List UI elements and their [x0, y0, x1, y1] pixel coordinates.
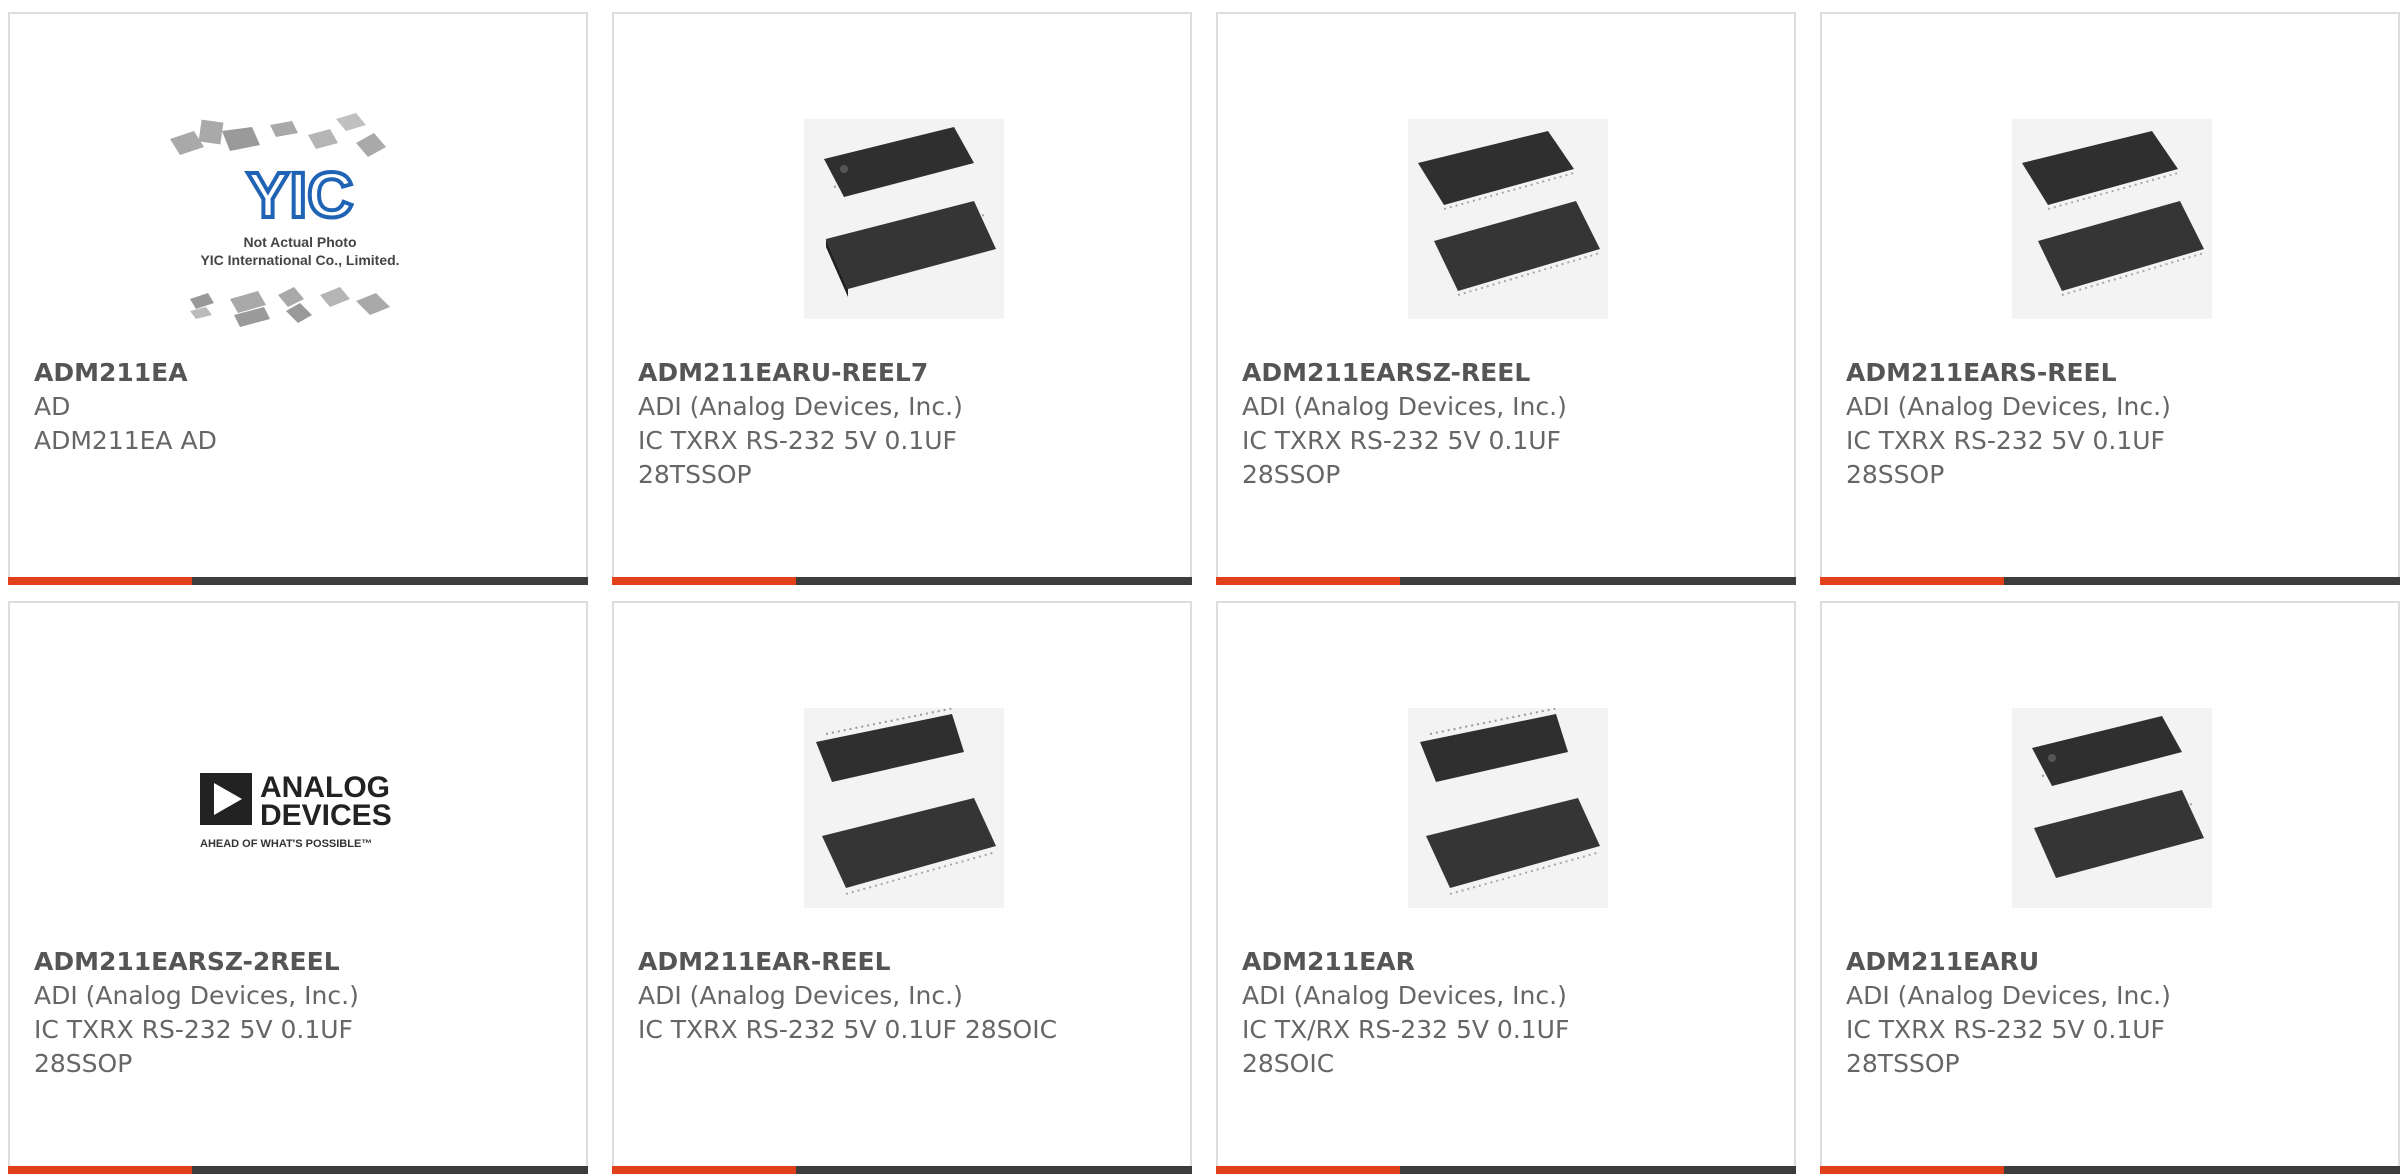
part-number[interactable]: ADM211EAR [1242, 945, 1662, 979]
product-info: ADM211EARSZ-2REEL ADI (Analog Devices, I… [34, 945, 454, 1081]
svg-text:DEVICES: DEVICES [260, 799, 392, 832]
description-line: IC TXRX RS-232 5V 0.1UF [638, 426, 957, 455]
product-image-placeholder[interactable]: YIC Not Actual Photo YIC International C… [150, 84, 450, 354]
manufacturer: AD [34, 392, 71, 421]
product-card[interactable]: ADM211EAR ADI (Analog Devices, Inc.) IC … [1216, 601, 1796, 1174]
description-line: IC TXRX RS-232 5V 0.1UF [34, 1015, 353, 1044]
card-bottom-bar [8, 1166, 588, 1174]
part-number[interactable]: ADM211EARS-REEL [1846, 356, 2266, 390]
ic-chip-image [1408, 708, 1608, 908]
card-accent-bar [1820, 577, 2004, 585]
card-accent-bar [1820, 1166, 2004, 1174]
card-accent-bar [612, 577, 796, 585]
manufacturer: ADI (Analog Devices, Inc.) [1846, 392, 2171, 421]
description-line: 28TSSOP [638, 460, 752, 489]
card-bottom-bar [1820, 577, 2400, 585]
card-accent-bar [1216, 1166, 1400, 1174]
manufacturer: ADI (Analog Devices, Inc.) [638, 981, 963, 1010]
card-accent-bar [8, 1166, 192, 1174]
product-info: ADM211EAR ADI (Analog Devices, Inc.) IC … [1242, 945, 1662, 1081]
description-line: 28SSOP [1846, 460, 1945, 489]
description-line: IC TXRX RS-232 5V 0.1UF 28SOIC [638, 1015, 1058, 1044]
manufacturer: ADI (Analog Devices, Inc.) [34, 981, 359, 1010]
description-line: 28SSOP [1242, 460, 1341, 489]
description-line: 28SSOP [34, 1049, 133, 1078]
description-line: IC TXRX RS-232 5V 0.1UF [1242, 426, 1561, 455]
product-info: ADM211EARU-REEL7 ADI (Analog Devices, In… [638, 356, 1058, 492]
product-image[interactable] [754, 673, 1054, 943]
svg-text:Not Actual Photo: Not Actual Photo [243, 234, 356, 250]
product-image[interactable]: ANALOG DEVICES AHEAD OF WHAT'S POSSIBLE™ [150, 673, 450, 943]
product-card[interactable]: ANALOG DEVICES AHEAD OF WHAT'S POSSIBLE™… [8, 601, 588, 1174]
part-number[interactable]: ADM211EAR-REEL [638, 945, 1058, 979]
product-image[interactable] [1962, 673, 2262, 943]
card-bottom-bar [8, 577, 588, 585]
product-info: ADM211EARU ADI (Analog Devices, Inc.) IC… [1846, 945, 2266, 1081]
manufacturer: ADI (Analog Devices, Inc.) [1242, 981, 1567, 1010]
ic-chip-image [1408, 119, 1608, 319]
product-card[interactable]: YIC Not Actual Photo YIC International C… [8, 12, 588, 585]
description-line: IC TXRX RS-232 5V 0.1UF [1846, 1015, 2165, 1044]
card-bottom-bar [612, 577, 1192, 585]
ic-chip-image [804, 708, 1004, 908]
product-card[interactable]: ADM211EARS-REEL ADI (Analog Devices, Inc… [1820, 12, 2400, 585]
product-info: ADM211EA AD ADM211EA AD [34, 356, 454, 458]
svg-text:YIC: YIC [247, 159, 354, 231]
part-number[interactable]: ADM211EA [34, 356, 454, 390]
ic-chip-image [2012, 119, 2212, 319]
product-image[interactable] [1358, 673, 1658, 943]
ic-chip-image [804, 119, 1004, 319]
manufacturer: ADI (Analog Devices, Inc.) [638, 392, 963, 421]
product-image[interactable] [1358, 84, 1658, 354]
product-info: ADM211EARSZ-REEL ADI (Analog Devices, In… [1242, 356, 1662, 492]
card-accent-bar [612, 1166, 796, 1174]
card-bottom-bar [1216, 1166, 1796, 1174]
description-line: IC TX/RX RS-232 5V 0.1UF [1242, 1015, 1570, 1044]
description-line: IC TXRX RS-232 5V 0.1UF [1846, 426, 2165, 455]
product-card[interactable]: ADM211EARU-REEL7 ADI (Analog Devices, In… [612, 12, 1192, 585]
product-card[interactable]: ADM211EARU ADI (Analog Devices, Inc.) IC… [1820, 601, 2400, 1174]
svg-text:AHEAD OF WHAT'S POSSIBLE™: AHEAD OF WHAT'S POSSIBLE™ [200, 838, 372, 850]
part-number[interactable]: ADM211EARSZ-2REEL [34, 945, 454, 979]
product-grid: YIC Not Actual Photo YIC International C… [0, 0, 2400, 1174]
ic-chip-image [2012, 708, 2212, 908]
analog-devices-logo: ANALOG DEVICES AHEAD OF WHAT'S POSSIBLE™ [200, 771, 392, 850]
card-bottom-bar [1216, 577, 1796, 585]
manufacturer: ADI (Analog Devices, Inc.) [1242, 392, 1567, 421]
card-accent-bar [1216, 577, 1400, 585]
product-image[interactable] [754, 84, 1054, 354]
product-image[interactable] [1962, 84, 2262, 354]
yic-placeholder-image: YIC Not Actual Photo YIC International C… [170, 113, 400, 327]
card-bottom-bar [612, 1166, 1192, 1174]
product-info: ADM211EAR-REEL ADI (Analog Devices, Inc.… [638, 945, 1058, 1047]
description-line: 28SOIC [1242, 1049, 1335, 1078]
product-card[interactable]: ADM211EAR-REEL ADI (Analog Devices, Inc.… [612, 601, 1192, 1174]
description-line: ADM211EA AD [34, 426, 217, 455]
part-number[interactable]: ADM211EARU-REEL7 [638, 356, 1058, 390]
svg-text:YIC International Co., Limited: YIC International Co., Limited. [200, 252, 399, 268]
product-info: ADM211EARS-REEL ADI (Analog Devices, Inc… [1846, 356, 2266, 492]
part-number[interactable]: ADM211EARU [1846, 945, 2266, 979]
description-line: 28TSSOP [1846, 1049, 1960, 1078]
manufacturer: ADI (Analog Devices, Inc.) [1846, 981, 2171, 1010]
product-card[interactable]: ADM211EARSZ-REEL ADI (Analog Devices, In… [1216, 12, 1796, 585]
card-accent-bar [8, 577, 192, 585]
card-bottom-bar [1820, 1166, 2400, 1174]
part-number[interactable]: ADM211EARSZ-REEL [1242, 356, 1662, 390]
